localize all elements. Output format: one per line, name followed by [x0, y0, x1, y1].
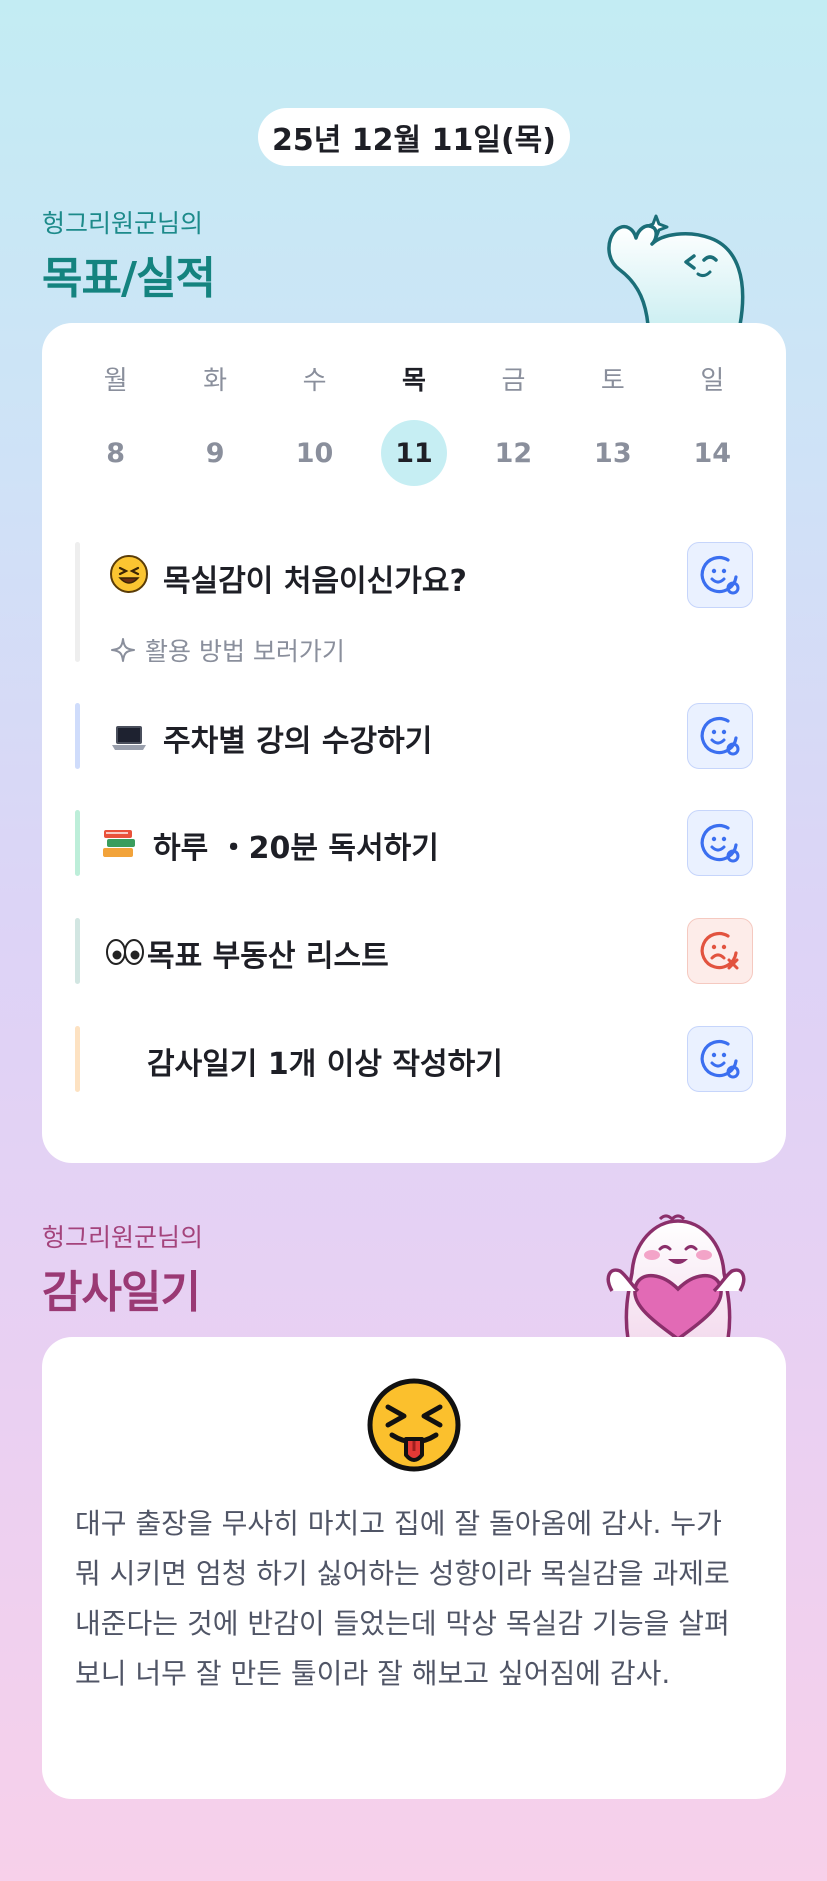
goal-item[interactable]: 하루 ・20분 독서하기	[75, 810, 753, 876]
goal-color-bar	[75, 703, 80, 769]
diary-section-header: 헝그리원군님의 감사일기	[42, 1218, 203, 1320]
goal-status-button[interactable]	[687, 810, 753, 876]
diary-section-title: 감사일기	[42, 1267, 201, 1318]
goal-status-button[interactable]	[687, 703, 753, 769]
goal-status-button[interactable]	[687, 542, 753, 608]
goal-title: 주차별 강의 수강하기	[163, 724, 433, 759]
goal-status-button[interactable]	[687, 1026, 753, 1092]
tongue-out-squint-face-icon	[367, 1378, 461, 1472]
smile-check-icon	[700, 1039, 740, 1079]
goals-card: 월 8 화 9 수 10 목 11 금 12 토 13 일 14 목실감이 처음…	[42, 323, 786, 1163]
goal-item[interactable]: 목표 부동산 리스트	[75, 918, 753, 984]
week-date-selected: 11	[380, 420, 447, 486]
sparkle-icon	[111, 638, 135, 662]
week-day-label: 일	[700, 366, 725, 396]
week-day-label: 화	[203, 366, 228, 396]
week-day-thu-selected[interactable]: 목 11	[364, 363, 463, 486]
week-date: 9	[205, 437, 225, 469]
goal-item[interactable]: 목실감이 처음이신가요? 활용 방법 보러가기	[75, 542, 753, 666]
eyes-icon	[106, 939, 144, 965]
week-day-sun[interactable]: 일 14	[663, 363, 762, 486]
week-date: 10	[295, 437, 334, 469]
goal-color-bar	[75, 542, 80, 662]
week-date: 12	[494, 437, 533, 469]
goal-item[interactable]: 감사일기 1개 이상 작성하기	[75, 1026, 753, 1092]
help-link-label: 활용 방법 보러가기	[145, 637, 345, 666]
week-day-mon[interactable]: 월 8	[66, 363, 165, 486]
goals-section-subtitle: 헝그리원군님의	[42, 209, 204, 238]
week-day-label: 월	[103, 366, 128, 396]
week-day-label: 금	[501, 366, 526, 396]
diary-body-text: 대구 출장을 무사히 마치고 집에 잘 돌아옴에 감사. 누가 뭐 시키면 엄청…	[75, 1507, 730, 1690]
week-day-label: 수	[302, 366, 327, 396]
help-link[interactable]: 활용 방법 보러가기	[109, 632, 345, 668]
goal-title: 하루 ・20분 독서하기	[153, 831, 439, 866]
laughing-face-icon	[110, 555, 148, 593]
diary-card: 대구 출장을 무사히 마치고 집에 잘 돌아옴에 감사. 누가 뭐 시키면 엄청…	[42, 1337, 786, 1799]
mascot-heart-icon	[606, 1214, 746, 1339]
week-day-label: 목	[402, 366, 426, 396]
week-date: 14	[693, 437, 732, 469]
week-date: 13	[594, 437, 632, 469]
goal-item[interactable]: 주차별 강의 수강하기	[75, 703, 753, 769]
goal-color-bar	[75, 1026, 80, 1092]
week-day-label: 토	[600, 366, 625, 396]
smile-check-icon	[700, 716, 740, 756]
week-day-tue[interactable]: 화 9	[165, 363, 264, 486]
books-icon	[103, 830, 135, 857]
goal-title: 목실감이 처음이신가요?	[163, 564, 467, 599]
week-date: 8	[106, 437, 126, 469]
goal-title: 목표 부동산 리스트	[147, 939, 389, 974]
goals-section-header: 헝그리원군님의 목표/실적	[42, 204, 216, 306]
mascot-teal-icon	[607, 214, 745, 325]
goal-color-bar	[75, 918, 80, 984]
frown-x-icon	[700, 931, 739, 970]
goals-section-title: 목표/실적	[42, 253, 216, 304]
week-day-fri[interactable]: 금 12	[464, 363, 563, 486]
goal-title: 감사일기 1개 이상 작성하기	[147, 1047, 503, 1082]
week-day-sat[interactable]: 토 13	[563, 363, 662, 486]
week-strip: 월 8 화 9 수 10 목 11 금 12 토 13 일 14	[66, 363, 762, 486]
goal-status-button[interactable]	[687, 918, 753, 984]
week-day-wed[interactable]: 수 10	[265, 363, 364, 486]
smile-check-icon	[700, 555, 740, 595]
smile-check-icon	[700, 823, 740, 863]
laptop-icon	[112, 726, 146, 750]
goal-color-bar	[75, 810, 80, 876]
date-pill[interactable]: 25년 12월 11일(목)	[258, 108, 570, 166]
diary-section-subtitle: 헝그리원군님의	[42, 1223, 204, 1252]
